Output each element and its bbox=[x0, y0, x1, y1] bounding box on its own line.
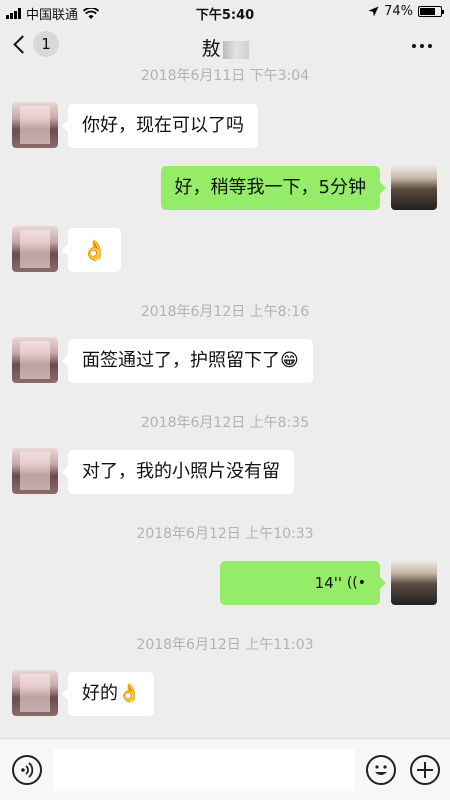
status-bar: 中国联通 下午5:40 74% bbox=[0, 0, 450, 24]
battery-percent: 74% bbox=[384, 4, 413, 19]
message-bubble[interactable]: 好的👌 bbox=[61, 672, 155, 716]
plus-icon[interactable] bbox=[410, 755, 440, 785]
message-bubble[interactable]: 你好，现在可以了吗 bbox=[62, 104, 258, 148]
timestamp: 2018年6月11日 下午3:04 bbox=[140, 68, 310, 84]
battery-fill bbox=[420, 8, 435, 15]
voice-wave-icon bbox=[21, 762, 34, 778]
input-bar bbox=[0, 738, 450, 800]
avatar[interactable] bbox=[12, 337, 58, 383]
voice-wave-icon: ((• bbox=[346, 575, 366, 591]
voice-duration: 14'' bbox=[314, 574, 342, 592]
emoji-icon[interactable] bbox=[366, 755, 396, 785]
avatar[interactable] bbox=[12, 226, 58, 272]
timestamp: 2018年6月12日 上午8:16 bbox=[140, 304, 310, 320]
message-input[interactable] bbox=[53, 749, 355, 791]
message-list[interactable]: 2018年6月11日 下午3:04 你好，现在可以了吗 好，稍等我一下，5分钟 … bbox=[0, 60, 450, 738]
smiley-glyph bbox=[375, 765, 387, 775]
avatar[interactable] bbox=[12, 102, 58, 148]
chat-title-wrap: 敖 bbox=[0, 34, 450, 61]
message-bubble[interactable]: 对了，我的小照片没有留 bbox=[62, 450, 294, 494]
plus-glyph bbox=[417, 762, 433, 778]
voice-icon[interactable] bbox=[12, 755, 42, 785]
avatar[interactable] bbox=[391, 164, 437, 210]
battery-icon bbox=[418, 6, 444, 17]
more-button[interactable] bbox=[412, 44, 432, 48]
message-bubble[interactable]: 👌 bbox=[62, 228, 121, 272]
timestamp: 2018年6月12日 上午11:03 bbox=[136, 637, 314, 653]
blurred-name bbox=[222, 40, 249, 59]
timestamp: 2018年6月12日 上午10:33 bbox=[136, 526, 314, 542]
message-bubble[interactable]: 好，稍等我一下，5分钟 bbox=[160, 166, 387, 210]
message-bubble[interactable]: 面签通过了，护照留下了😁 bbox=[62, 339, 313, 383]
timestamp: 2018年6月12日 上午8:35 bbox=[140, 415, 310, 431]
avatar[interactable] bbox=[12, 448, 58, 494]
voice-message[interactable]: 14'' ((• bbox=[220, 561, 386, 605]
chat-title: 敖 bbox=[201, 38, 221, 60]
location-arrow-icon bbox=[368, 6, 379, 17]
status-right: 74% bbox=[368, 4, 444, 19]
avatar[interactable] bbox=[12, 670, 58, 716]
avatar[interactable] bbox=[391, 559, 437, 605]
